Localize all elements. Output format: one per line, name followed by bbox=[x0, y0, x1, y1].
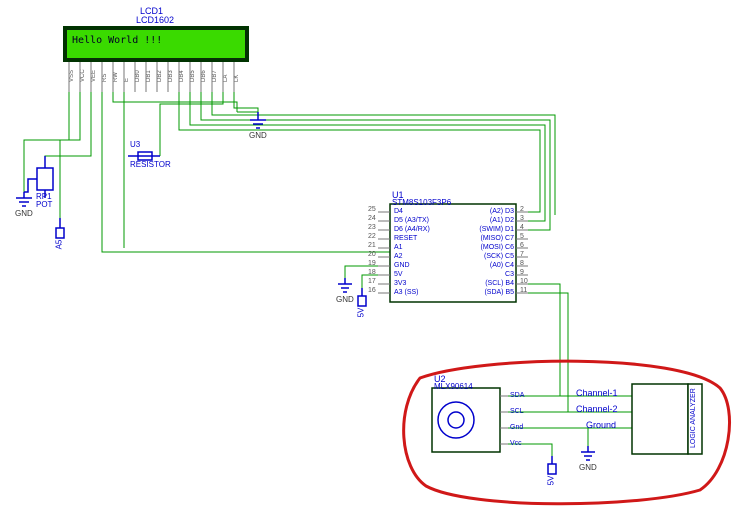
probe-a5 bbox=[56, 218, 64, 238]
mcu-part: STM8S103F3P6 bbox=[392, 198, 451, 207]
svg-text:GND: GND bbox=[336, 295, 354, 304]
probe-5v-mcu bbox=[358, 288, 366, 306]
analyzer-ch2: Channel-2 bbox=[576, 404, 618, 414]
svg-text:GND: GND bbox=[15, 209, 33, 218]
v5-probe-label-mcu: 5V bbox=[356, 308, 365, 318]
gnd-symbol-left: GND bbox=[15, 192, 33, 218]
a5-probe-label: A5 bbox=[54, 240, 63, 250]
resistor-ref: U3 bbox=[130, 140, 140, 149]
sensor-body bbox=[432, 388, 500, 452]
gnd-symbol-center: GND bbox=[249, 112, 267, 140]
v5-probe-label-sensor: 5V bbox=[546, 476, 555, 486]
gnd-symbol-mcu: GND bbox=[336, 278, 354, 304]
analyzer-title: LOGIC ANALYZER bbox=[690, 388, 697, 448]
svg-text:GND: GND bbox=[579, 463, 597, 472]
resistor bbox=[128, 152, 160, 160]
logic-analyzer-body bbox=[632, 384, 688, 454]
svg-text:GND: GND bbox=[249, 131, 267, 140]
probe-5v-sensor bbox=[548, 456, 556, 474]
gnd-symbol-sensor: GND bbox=[579, 446, 597, 472]
sensor-part: MLX90614 bbox=[434, 382, 473, 391]
analyzer-ch1: Channel-1 bbox=[576, 388, 618, 398]
resistor-part: RESISTOR bbox=[130, 160, 171, 169]
schematic-canvas: GND GND bbox=[0, 0, 750, 517]
pot-part: POT bbox=[36, 200, 52, 209]
analyzer-gnd: Ground bbox=[586, 420, 616, 430]
